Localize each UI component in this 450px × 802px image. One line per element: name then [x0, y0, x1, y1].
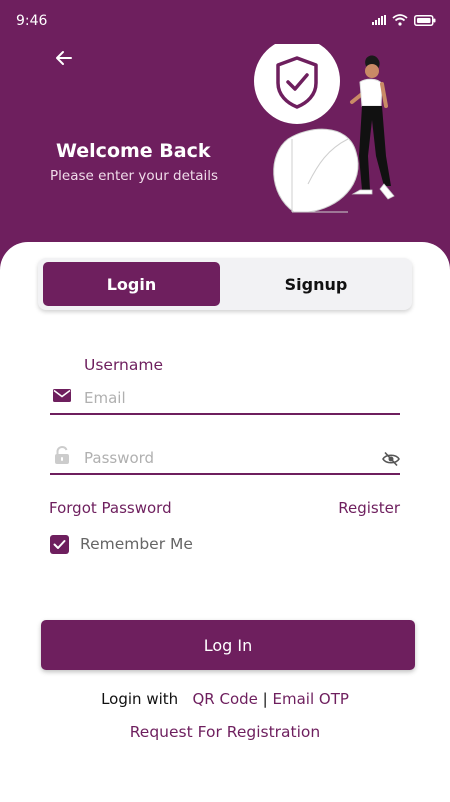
welcome-subtitle: Please enter your details — [50, 168, 219, 184]
welcome-title: Welcome Back — [56, 140, 211, 162]
username-label: Username — [84, 356, 164, 374]
login-with-label: Login with — [101, 690, 179, 708]
checkmark-icon — [53, 540, 66, 549]
eye-off-icon[interactable] — [382, 451, 400, 467]
status-bar: 9:46 — [0, 0, 450, 40]
tab-signup[interactable]: Signup — [223, 262, 409, 306]
wifi-icon — [392, 14, 408, 26]
tab-login[interactable]: Login — [43, 262, 220, 306]
alt-login-row: Login with QR Code | Email OTP — [0, 690, 450, 708]
login-sheet — [0, 242, 450, 802]
email-otp-link[interactable]: Email OTP — [273, 690, 349, 708]
password-input[interactable] — [82, 445, 356, 471]
register-link[interactable]: Register — [338, 499, 400, 517]
request-registration-link[interactable]: Request For Registration — [0, 723, 450, 741]
envelope-icon — [53, 389, 71, 402]
remember-me-label: Remember Me — [80, 535, 193, 553]
remember-me-checkbox[interactable] — [50, 535, 69, 554]
status-icons — [372, 14, 436, 26]
lock-icon — [55, 446, 69, 464]
signal-icon — [372, 15, 386, 25]
email-field — [50, 383, 400, 415]
battery-icon — [414, 14, 436, 26]
forgot-password-link[interactable]: Forgot Password — [49, 499, 172, 517]
qr-code-link[interactable]: QR Code — [192, 690, 257, 708]
status-time: 9:46 — [16, 13, 48, 29]
login-button[interactable]: Log In — [41, 620, 415, 670]
email-input[interactable] — [82, 385, 356, 411]
auth-tabs: Login Signup — [38, 258, 412, 310]
arrow-left-icon — [56, 51, 72, 65]
security-illustration — [254, 44, 395, 213]
password-field — [50, 443, 400, 475]
link-separator: | — [262, 690, 268, 708]
back-button[interactable] — [50, 44, 78, 72]
